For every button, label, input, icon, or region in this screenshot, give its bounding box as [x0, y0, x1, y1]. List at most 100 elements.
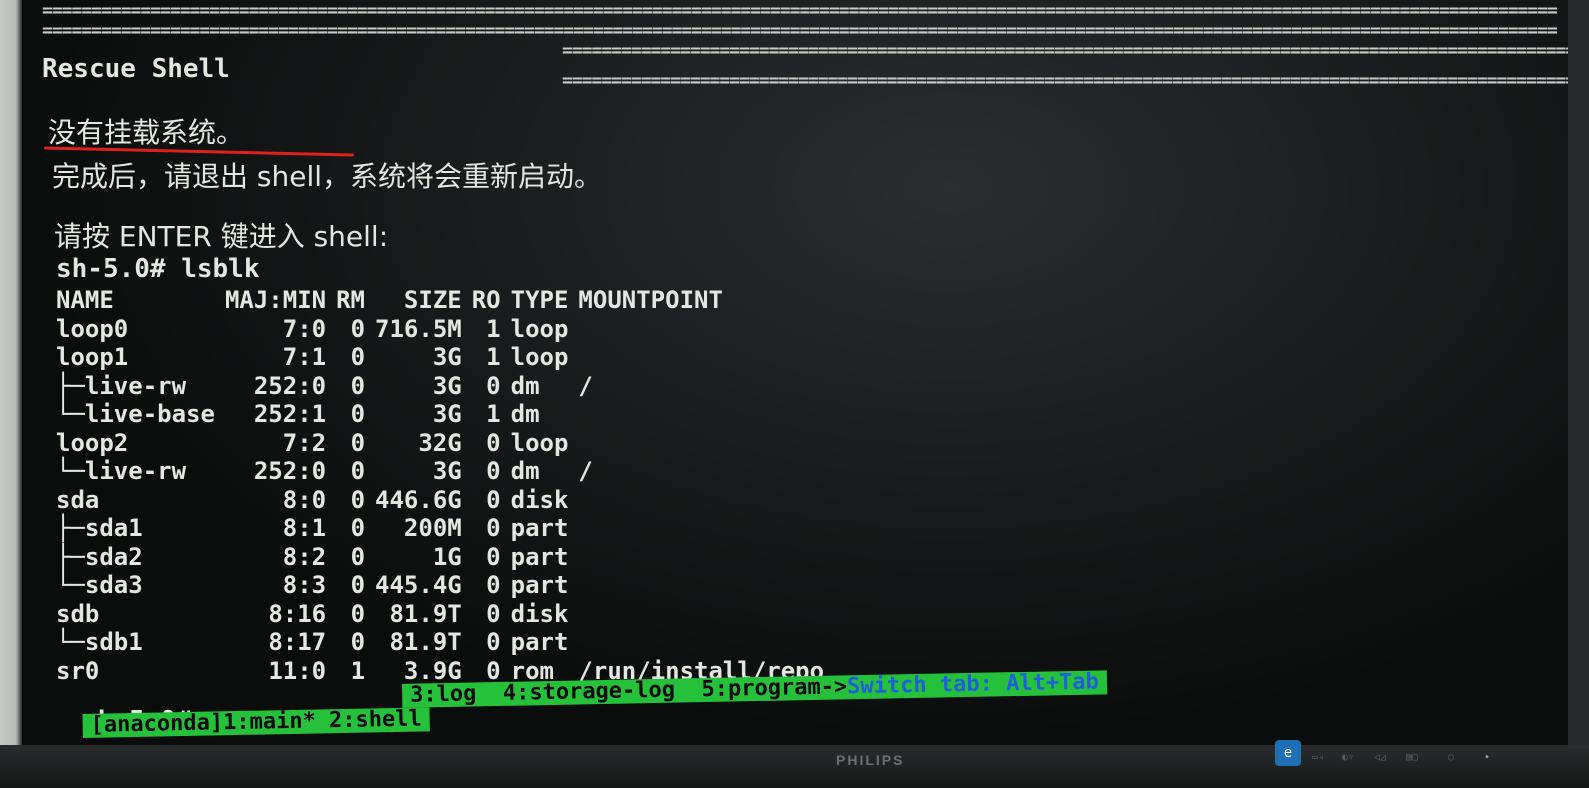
cell-majmin: 7:1 — [282, 343, 327, 371]
cell-type: disk — [510, 485, 569, 514]
cell-type: loop — [510, 343, 569, 371]
cell-size: 716.5M — [375, 314, 462, 343]
cell-size: 81.9T — [389, 628, 462, 656]
switch-tab-hint: Switch tab: Alt+Tab — [846, 669, 1100, 700]
cell-name: sdb — [56, 599, 100, 628]
cell-rm: 0 — [350, 428, 366, 457]
cell-name: sda — [56, 485, 100, 514]
cell-rm: 0 — [350, 400, 366, 428]
cell-rm: 0 — [350, 485, 366, 514]
cell-size: 3G — [432, 400, 462, 428]
cell-mountpoint — [578, 571, 834, 600]
cell-type: loop — [510, 314, 569, 343]
cell-type: part — [510, 542, 569, 571]
cell-ro: 0 — [486, 485, 501, 514]
cell-rm: 0 — [350, 314, 366, 343]
cell-mountpoint — [578, 400, 834, 429]
reboot-message: 完成后，请退出 shell，系统将会重新启动。 — [52, 160, 603, 193]
cell-size: 32G — [418, 428, 462, 457]
monitor-brand-logo: PHILIPS — [836, 752, 905, 768]
command-line: sh-5.0# lsblk — [56, 254, 260, 284]
cell-ro: 1 — [486, 400, 501, 428]
monitor-frame: ========================================… — [0, 0, 1589, 788]
cell-ro: 0 — [486, 628, 501, 656]
cell-ro: 0 — [486, 428, 501, 457]
lsblk-row: sda 8:0 0 446.6G 0 disk — [56, 486, 834, 515]
cell-size: 3G — [432, 371, 462, 400]
cell-name: └─live-base — [56, 400, 215, 428]
terminal[interactable]: ========================================… — [22, 0, 1568, 745]
lsblk-output-table: NAME MAJ:MIN RM SIZE RO TYPE MOUNTPOINT … — [56, 286, 834, 685]
cell-rm: 0 — [350, 599, 366, 628]
cell-rm: 1 — [350, 656, 366, 685]
monitor-settings-button-icon[interactable]: ▤▢ — [1406, 752, 1418, 763]
monitor-menu-button-icon[interactable]: ▭◃ — [1312, 752, 1324, 763]
cell-type: part — [510, 571, 569, 599]
cell-rm: 0 — [350, 571, 366, 599]
cell-name: ├─sda2 — [56, 542, 143, 571]
lsblk-row: ├─sda1 8:1 0 200M 0 part — [56, 514, 834, 543]
cell-mountpoint — [578, 429, 834, 458]
cell-ro: 1 — [486, 343, 501, 371]
cell-size: 200M — [403, 514, 462, 542]
cell-size: 3G — [432, 457, 462, 485]
col-rm: RM — [336, 286, 366, 314]
cell-mountpoint: / — [578, 371, 593, 400]
monitor-input-button-icon[interactable]: ◐▿ — [1342, 752, 1354, 763]
cell-name: └─sdb1 — [56, 628, 143, 656]
cell-type: part — [510, 628, 569, 656]
cell-mountpoint — [578, 543, 834, 572]
cell-mountpoint — [578, 514, 834, 543]
cell-ro: 0 — [486, 371, 501, 400]
col-name: NAME — [56, 286, 114, 314]
cell-mountpoint — [578, 486, 834, 515]
cell-name: loop1 — [56, 343, 129, 371]
cell-rm: 0 — [350, 542, 366, 571]
cell-size: 3G — [432, 343, 462, 371]
monitor-power-led-icon: • — [1484, 752, 1491, 763]
energy-star-icon: e — [1275, 740, 1301, 766]
col-ro: RO — [471, 286, 501, 314]
cell-mountpoint: / — [578, 457, 593, 485]
cell-ro: 0 — [486, 514, 501, 542]
cell-majmin: 8:0 — [282, 485, 327, 514]
cell-majmin: 8:17 — [268, 628, 327, 656]
lsblk-row: loop0 7:0 0 716.5M 1 loop — [56, 315, 834, 344]
cell-rm: 0 — [350, 514, 366, 542]
cell-rm: 0 — [350, 457, 366, 485]
monitor-power-button-icon[interactable]: ○ — [1448, 752, 1454, 763]
separator-line-3: ========================================… — [562, 40, 1568, 61]
cell-mountpoint — [578, 343, 834, 372]
lsblk-header-row: NAME MAJ:MIN RM SIZE RO TYPE MOUNTPOINT — [56, 286, 834, 315]
cell-majmin: 7:0 — [282, 314, 327, 343]
cell-majmin: 252:1 — [253, 400, 327, 428]
cell-ro: 0 — [486, 599, 501, 628]
cell-size: 81.9T — [389, 599, 462, 628]
cell-name: ├─live-rw — [56, 371, 187, 400]
cell-type: dm — [510, 371, 540, 400]
cell-majmin: 8:16 — [268, 599, 327, 628]
cell-majmin: 252:0 — [253, 371, 327, 400]
cell-type: dm — [510, 457, 540, 485]
cell-mountpoint — [578, 315, 834, 344]
cell-type: dm — [510, 400, 540, 428]
cell-majmin: 8:2 — [282, 542, 327, 571]
cell-rm: 0 — [350, 343, 366, 371]
tmux-session-line[interactable]: [anaconda]1:main* 2:shell — [82, 706, 430, 738]
separator-line-2: ========================================… — [42, 20, 1558, 41]
separator-line-1: ========================================… — [42, 0, 1558, 21]
cell-ro: 0 — [486, 457, 501, 485]
lsblk-row: └─sdb1 8:17 0 81.9T 0 part — [56, 628, 834, 657]
cell-name: loop2 — [56, 428, 129, 457]
lsblk-row: loop1 7:1 0 3G 1 loop — [56, 343, 834, 372]
cell-majmin: 11:0 — [268, 656, 327, 685]
cell-name: sr0 — [56, 656, 100, 685]
lsblk-row: loop2 7:2 0 32G 0 loop — [56, 429, 834, 458]
lsblk-row: └─live-base 252:1 0 3G 1 dm — [56, 400, 834, 429]
col-mountpoint: MOUNTPOINT — [578, 286, 723, 314]
cell-rm: 0 — [350, 628, 366, 656]
cell-rm: 0 — [350, 371, 366, 400]
monitor-volume-button-icon[interactable]: ◁◿ — [1374, 752, 1386, 763]
col-size: SIZE — [403, 286, 462, 314]
monitor-screen: ========================================… — [22, 0, 1568, 745]
